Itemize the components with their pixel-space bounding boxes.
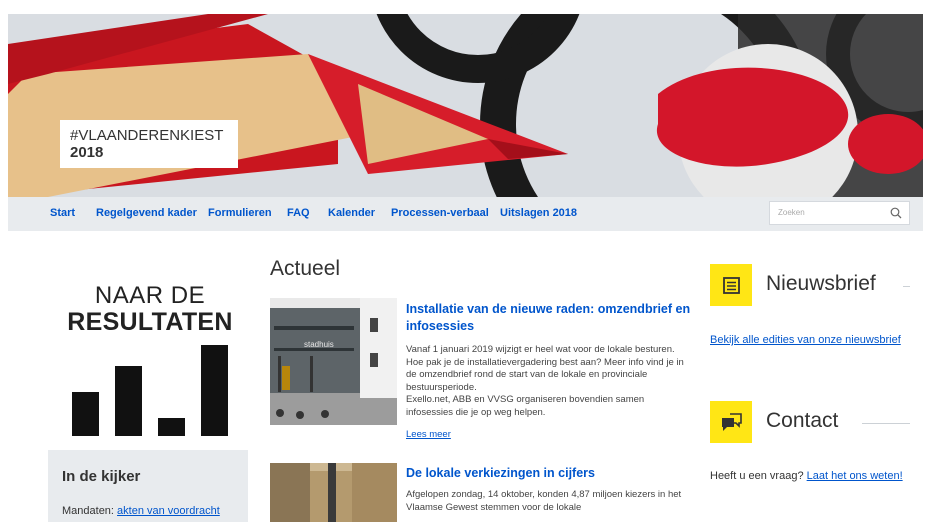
article-1-body: Vanaf 1 januari 2019 wijzigt er heel wat… xyxy=(406,344,691,419)
kijker-prefix: Mandaten: xyxy=(62,505,118,517)
newsletter-heading: Nieuwsbrief xyxy=(766,272,876,295)
chat-icon xyxy=(710,401,752,443)
nav-formulieren[interactable]: Formulieren xyxy=(208,207,272,219)
nav-regelgevend-kader[interactable]: Regelgevend kader xyxy=(96,207,197,219)
article-2-image[interactable] xyxy=(270,463,397,522)
kijker-link[interactable]: akten van voordracht xyxy=(117,505,220,517)
results-line2: RESULTATEN xyxy=(67,308,233,336)
article-2-body: Afgelopen zondag, 14 oktober, konden 4,8… xyxy=(406,489,691,514)
results-line1: NAAR DE xyxy=(94,282,206,309)
article-1-body-p2: Exello.net, ABB en VVSG organiseren bove… xyxy=(406,394,645,418)
nav-processen-verbaal[interactable]: Processen-verbaal xyxy=(391,207,489,219)
results-bar-4 xyxy=(201,345,228,436)
main-navigation: Start Regelgevend kader Formulieren FAQ … xyxy=(8,197,923,231)
article-1-image[interactable]: stadhuis xyxy=(270,298,397,425)
hero-banner: #VLAANDERENKIEST 2018 xyxy=(8,14,923,197)
kijker-title: In de kijker xyxy=(62,468,141,485)
actueel-heading: Actueel xyxy=(270,257,341,280)
search-input[interactable]: Zoeken xyxy=(769,201,910,225)
article-2-title[interactable]: De lokale verkiezingen in cijfers xyxy=(406,465,691,482)
hero-hashtag-badge: #VLAANDERENKIEST 2018 xyxy=(60,120,238,168)
newsletter-divider xyxy=(903,286,910,287)
kijker-text: Mandaten: akten van voordracht xyxy=(62,505,220,517)
stadhuis-sign: stadhuis xyxy=(304,340,334,349)
results-bar-3 xyxy=(158,418,185,436)
voting-booth-photo xyxy=(270,463,397,522)
results-bar-2 xyxy=(115,366,142,436)
hero-year: 2018 xyxy=(70,144,104,161)
contact-text: Heeft u een vraag? Laat het ons weten! xyxy=(710,468,920,485)
contact-divider xyxy=(862,423,910,424)
newsletter-editions-link[interactable]: Bekijk alle edities van onze nieuwsbrief xyxy=(710,332,910,349)
contact-question: Heeft u een vraag? xyxy=(710,470,807,482)
search-placeholder: Zoeken xyxy=(778,208,805,217)
contact-heading: Contact xyxy=(766,409,839,432)
stadhuis-photo: stadhuis xyxy=(270,298,397,425)
article-2-body-p1: Afgelopen zondag, 14 oktober, konden 4,8… xyxy=(406,489,682,513)
newspaper-icon xyxy=(710,264,752,306)
nav-uitslagen-2018[interactable]: Uitslagen 2018 xyxy=(500,207,577,219)
hero-image xyxy=(8,14,923,197)
article-1-body-p1: Vanaf 1 januari 2019 wijzigt er heel wat… xyxy=(406,344,684,393)
search-icon[interactable] xyxy=(890,207,902,219)
contact-link[interactable]: Laat het ons weten! xyxy=(807,470,903,482)
results-bar-1 xyxy=(72,392,99,436)
in-de-kijker-panel: In de kijker Mandaten: akten van voordra… xyxy=(48,450,248,522)
nav-faq[interactable]: FAQ xyxy=(287,207,310,219)
article-1-read-more-link[interactable]: Lees meer xyxy=(406,429,451,440)
hero-hashtag: #VLAANDERENKIEST xyxy=(70,127,224,144)
nav-kalender[interactable]: Kalender xyxy=(328,207,375,219)
nav-start[interactable]: Start xyxy=(50,207,75,219)
article-1-title[interactable]: Installatie van de nieuwe raden: omzendb… xyxy=(406,301,691,335)
